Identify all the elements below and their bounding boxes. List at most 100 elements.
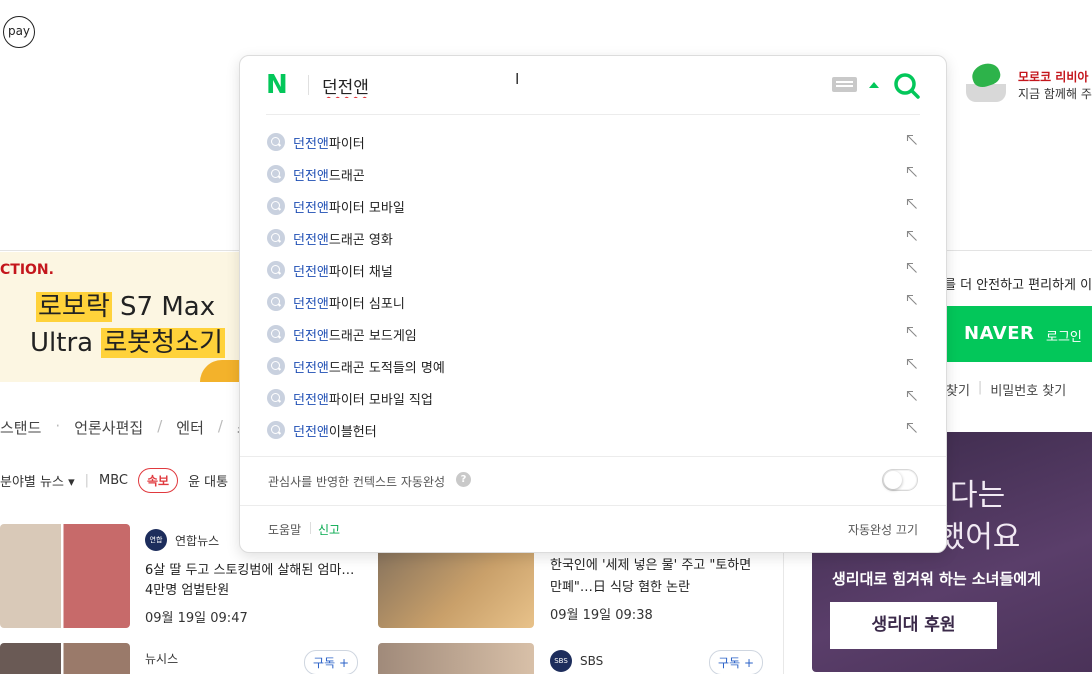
keyboard-icon[interactable] bbox=[832, 77, 857, 92]
suggestion-text: 던전앤파이터 bbox=[293, 133, 365, 152]
text-cursor-icon: I bbox=[515, 70, 520, 88]
panel-footer: 도움말 신고 자동완성 끄기 bbox=[240, 505, 946, 554]
suggestion-match: 던전앤 bbox=[293, 361, 329, 376]
press-name: 뉴시스 bbox=[145, 652, 179, 666]
news-title-line-1[interactable]: 한국인에 '세제 넣은 물' 주고 "토하면 bbox=[550, 556, 765, 576]
nav-separator: / bbox=[217, 417, 223, 435]
press-name: 연합뉴스 bbox=[175, 533, 220, 548]
search-history-icon bbox=[267, 357, 285, 375]
naver-login-button[interactable]: NAVER 로그인 bbox=[944, 306, 1092, 362]
suggestion-match: 던전앤 bbox=[293, 329, 329, 344]
fill-query-arrow-icon[interactable] bbox=[906, 166, 918, 178]
naver-wordmark: NAVER bbox=[964, 323, 1035, 344]
banner-corner-shape bbox=[200, 360, 240, 382]
nav-item-entertainment[interactable]: 엔터 bbox=[176, 417, 204, 438]
suggestion-match: 던전앤 bbox=[293, 201, 329, 216]
suggestion-text: 던전앤드래곤 도적들의 명예 bbox=[293, 357, 445, 376]
naver-logo[interactable]: N bbox=[266, 72, 288, 98]
suggestion-list: 던전앤파이터 던전앤드래곤 던전앤파이터 모바일 던전앤드래곤 영화 던전앤파이터 채널… bbox=[240, 126, 946, 446]
suggestion-item[interactable]: 던전앤파이터 심포니 bbox=[240, 286, 946, 318]
report-link[interactable]: 신고 bbox=[318, 521, 340, 538]
promo-ad[interactable]: 모로코 리비아 지금 함께해 주 bbox=[960, 58, 1092, 118]
search-bar: N I bbox=[240, 56, 946, 114]
suggestion-match: 던전앤 bbox=[293, 233, 329, 248]
suggestion-item[interactable]: 던전앤드래곤 도적들의 명예 bbox=[240, 350, 946, 382]
suggestion-item[interactable]: 던전앤드래곤 bbox=[240, 158, 946, 190]
suggestion-rest: 드래곤 bbox=[328, 169, 365, 184]
press-logo: 연합 bbox=[145, 529, 167, 551]
suggestion-rest: 파이터 채널 bbox=[328, 265, 393, 280]
news-thumbnail[interactable] bbox=[378, 643, 534, 674]
search-history-icon bbox=[267, 421, 285, 439]
collapse-arrow-icon[interactable] bbox=[869, 82, 879, 88]
context-autocomplete-toggle[interactable] bbox=[882, 469, 918, 491]
banner-line-1: 로보락 S7 Max bbox=[36, 292, 216, 322]
login-note: 를 더 안전하고 편리하게 이 bbox=[944, 278, 1092, 293]
fill-query-arrow-icon[interactable] bbox=[906, 198, 918, 210]
pay-badge[interactable]: pay bbox=[3, 16, 35, 48]
find-password-link[interactable]: 비밀번호 찾기 bbox=[990, 380, 1066, 399]
help-icon[interactable]: ? bbox=[456, 472, 471, 487]
suggestion-match: 던전앤 bbox=[293, 137, 329, 152]
login-label: 로그인 bbox=[1046, 330, 1082, 345]
suggestion-text: 던전앤드래곤 bbox=[293, 165, 365, 184]
suggestion-item[interactable]: 던전앤파이터 모바일 직업 bbox=[240, 382, 946, 414]
donate-button[interactable]: 생리대 후원 bbox=[830, 602, 997, 649]
fill-query-arrow-icon[interactable] bbox=[906, 294, 918, 306]
fill-query-arrow-icon[interactable] bbox=[906, 358, 918, 370]
search-history-icon bbox=[267, 197, 285, 215]
search-input[interactable] bbox=[322, 70, 742, 100]
suggestion-item[interactable]: 던전앤파이터 모바일 bbox=[240, 190, 946, 222]
promo-subtitle: 지금 함께해 주 bbox=[1018, 87, 1092, 101]
filter-separator: | bbox=[84, 473, 89, 488]
find-id-link[interactable]: 찾기 bbox=[946, 380, 970, 399]
search-history-icon bbox=[267, 133, 285, 151]
fill-query-arrow-icon[interactable] bbox=[906, 326, 918, 338]
ad-banner[interactable]: CTION. 로보락 S7 Max Ultra 로봇청소기 bbox=[0, 252, 240, 382]
autocomplete-off-link[interactable]: 자동완성 끄기 bbox=[848, 521, 918, 538]
suggestion-item[interactable]: 던전앤이블헌터 bbox=[240, 414, 946, 446]
breaking-headline[interactable]: 윤 대통 bbox=[188, 471, 228, 490]
nav-item-press[interactable]: 언론사편집 bbox=[74, 417, 143, 438]
help-link[interactable]: 도움말 bbox=[268, 521, 301, 538]
suggestion-item[interactable]: 던전앤드래곤 영화 bbox=[240, 222, 946, 254]
news-title-line-2[interactable]: 만폐"…日 식당 혐한 논란 bbox=[550, 578, 765, 598]
search-panel: N I 던전앤파이터던전앤드래곤던전앤파이터 모바일던전앤드래곤 영화던전앤파이… bbox=[239, 55, 947, 553]
search-icon[interactable] bbox=[892, 71, 922, 101]
news-card[interactable]: 뉴시스 구독 + bbox=[145, 650, 358, 674]
news-card[interactable]: SBS SBS 구독 + bbox=[550, 650, 763, 674]
news-thumbnail[interactable] bbox=[0, 643, 130, 674]
suggestion-item[interactable]: 던전앤드래곤 보드게임 bbox=[240, 318, 946, 350]
context-autocomplete-row: 관심사를 반영한 컨텍스트 자동완성 ? bbox=[240, 456, 946, 505]
suggestion-item[interactable]: 던전앤파이터 채널 bbox=[240, 254, 946, 286]
fill-query-arrow-icon[interactable] bbox=[906, 230, 918, 242]
promo-title: 모로코 리비아 bbox=[1018, 70, 1089, 84]
suggestion-text: 던전앤파이터 심포니 bbox=[293, 293, 405, 312]
suggestion-item[interactable]: 던전앤파이터 bbox=[240, 126, 946, 158]
charity-subtitle: 생리대로 힘겨워 하는 소녀들에게 bbox=[832, 570, 1041, 588]
news-category-dropdown[interactable]: 분야별 뉴스 ▾ bbox=[0, 471, 75, 490]
nav-item-newsstand[interactable]: 스탠드 bbox=[0, 417, 41, 438]
fill-query-arrow-icon[interactable] bbox=[906, 422, 918, 434]
fill-query-arrow-icon[interactable] bbox=[906, 134, 918, 146]
fill-query-arrow-icon[interactable] bbox=[906, 262, 918, 274]
news-time: 09월 19일 09:47 bbox=[145, 611, 248, 626]
news-thumbnail[interactable] bbox=[0, 524, 130, 628]
news-card[interactable]: 한국인에 '세제 넣은 물' 주고 "토하면 만폐"…日 식당 혐한 논란 09… bbox=[550, 556, 765, 623]
subscribe-button[interactable]: 구독 + bbox=[709, 650, 763, 674]
suggestion-text: 던전앤파이터 채널 bbox=[293, 261, 393, 280]
suggestion-match: 던전앤 bbox=[293, 265, 329, 280]
fill-query-arrow-icon[interactable] bbox=[906, 390, 918, 402]
suggestion-match: 던전앤 bbox=[293, 297, 329, 312]
news-filter-bar: 분야별 뉴스 ▾ | MBC 속보 윤 대통 bbox=[0, 468, 228, 493]
banner-brand: CTION. bbox=[0, 262, 54, 278]
search-history-icon bbox=[267, 293, 285, 311]
link-separator: | bbox=[977, 380, 983, 395]
account-find-links: 찾기 | 비밀번호 찾기 bbox=[946, 380, 1066, 399]
news-press-name[interactable]: MBC bbox=[99, 473, 128, 488]
search-history-icon bbox=[267, 229, 285, 247]
search-history-icon bbox=[267, 389, 285, 407]
news-title[interactable]: 6살 딸 두고 스토킹범에 살해된 엄마… 4만명 엄벌탄원 bbox=[145, 561, 365, 601]
subscribe-button[interactable]: 구독 + bbox=[304, 650, 358, 674]
suggestion-rest: 파이터 모바일 직업 bbox=[328, 393, 433, 408]
